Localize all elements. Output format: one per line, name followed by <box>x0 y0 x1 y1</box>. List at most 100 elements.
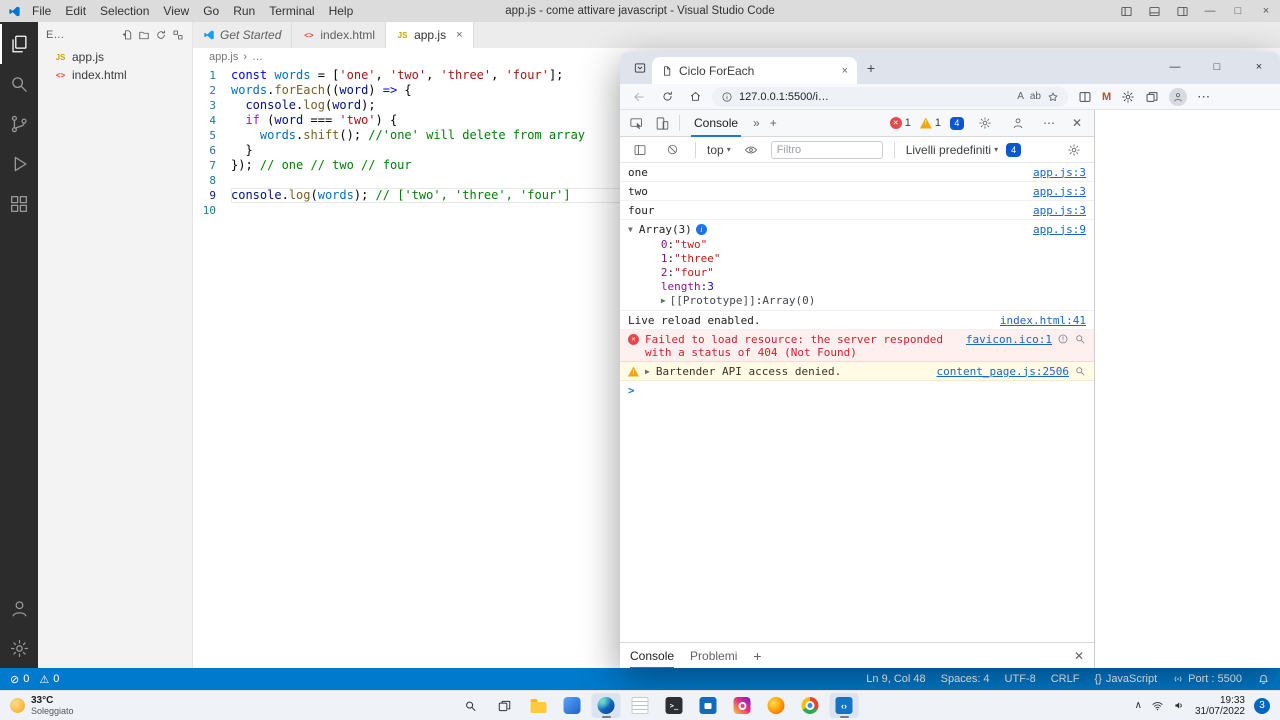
tab-actions-icon[interactable] <box>628 61 652 75</box>
source-link[interactable]: app.js:3 <box>1033 204 1086 217</box>
menu-item-help[interactable]: Help <box>322 4 361 18</box>
property-row[interactable]: 1: "three" <box>661 252 1027 265</box>
tray-chevron-up-icon[interactable]: ∧ <box>1135 700 1142 711</box>
taskbar-app-vscode[interactable]: ‹› <box>830 693 859 718</box>
line-number[interactable]: 6 <box>193 143 231 158</box>
browser-more-icon[interactable]: ⋯ <box>1197 89 1211 105</box>
live-expression-eye-icon[interactable] <box>739 138 763 162</box>
profile-avatar[interactable] <box>1169 88 1187 106</box>
menu-item-selection[interactable]: Selection <box>93 4 156 18</box>
devtools-more-icon[interactable]: ⋯ <box>1039 116 1059 130</box>
property-row[interactable]: 0: "two" <box>661 238 1027 251</box>
editor-tab-app-js[interactable]: JSapp.js× <box>386 22 473 48</box>
url-text[interactable]: 127.0.0.1:5500/i… <box>739 91 1011 103</box>
minimize-icon[interactable]: — <box>1196 0 1224 22</box>
explorer-collapse-icon[interactable] <box>172 29 184 41</box>
taskbar-app-file-explorer[interactable] <box>524 693 553 718</box>
home-icon[interactable] <box>684 90 706 103</box>
notification-badge[interactable]: 3 <box>1254 698 1270 714</box>
levels-count-badge[interactable]: 4 <box>1006 143 1021 157</box>
activity-files-icon[interactable] <box>0 24 38 64</box>
site-info-icon[interactable] <box>721 91 733 103</box>
activity-search-icon[interactable] <box>0 64 38 104</box>
array-preview[interactable]: Array(3)i <box>639 223 1027 236</box>
close-icon[interactable]: × <box>1252 0 1280 22</box>
status-indentation[interactable]: Spaces: 4 <box>941 673 990 685</box>
refresh-icon[interactable] <box>656 90 678 103</box>
favorite-star-icon[interactable] <box>1047 91 1059 103</box>
menu-item-edit[interactable]: Edit <box>58 4 93 18</box>
menu-item-go[interactable]: Go <box>196 4 226 18</box>
property-row[interactable]: length: 3 <box>661 280 1027 293</box>
explorer-new-folder-icon[interactable] <box>138 29 150 41</box>
collapse-caret-icon[interactable]: ▼ <box>628 223 633 236</box>
status-warnings[interactable]: ⚠ 0 <box>39 673 59 686</box>
drawer-close-icon[interactable]: ✕ <box>1074 649 1084 663</box>
info-icon[interactable]: i <box>696 224 707 235</box>
add-tool-icon[interactable]: + <box>766 116 781 130</box>
menu-item-run[interactable]: Run <box>226 4 262 18</box>
breadcrumb-item[interactable]: app.js <box>209 51 238 63</box>
more-tabs-icon[interactable]: » <box>749 116 764 130</box>
status-encoding[interactable]: UTF-8 <box>1005 673 1036 685</box>
line-number[interactable]: 2 <box>193 83 231 98</box>
bell-icon[interactable] <box>1257 673 1270 686</box>
expand-caret-icon[interactable]: ▶ <box>645 365 650 378</box>
source-link[interactable]: content_page.js:2506 <box>937 365 1069 378</box>
taskbar-app-edge[interactable] <box>592 693 621 718</box>
activity-account-icon[interactable] <box>0 588 38 628</box>
source-link[interactable]: app.js:3 <box>1033 185 1086 198</box>
property-row[interactable]: ▶[[Prototype]]: Array(0) <box>661 294 1027 307</box>
taskbar-app-store[interactable] <box>694 693 723 718</box>
taskbar-app-search[interactable] <box>456 693 485 718</box>
translate-icon[interactable]: ab <box>1030 91 1041 102</box>
activity-gear-icon[interactable] <box>0 628 38 668</box>
wifi-icon[interactable] <box>1151 699 1164 712</box>
taskbar-app-photos[interactable] <box>728 693 757 718</box>
explorer-refresh-small-icon[interactable] <box>155 29 167 41</box>
taskbar-app-task-view[interactable] <box>490 693 519 718</box>
mail-extension-icon[interactable]: M <box>1102 91 1111 103</box>
devtools-device-icon[interactable] <box>650 111 674 135</box>
file-item-app-js[interactable]: JSapp.js <box>38 48 192 66</box>
page-content[interactable] <box>1095 110 1280 668</box>
speaker-icon[interactable] <box>1173 699 1186 712</box>
line-number[interactable]: 8 <box>193 173 231 188</box>
activity-run-debug-icon[interactable] <box>0 144 38 184</box>
split-screen-icon[interactable] <box>1078 90 1092 104</box>
property-row[interactable]: 2: "four" <box>661 266 1027 279</box>
tab-close-icon[interactable]: × <box>842 65 848 77</box>
message-count-badge[interactable]: 4 <box>950 117 964 130</box>
taskbar-app-terminal[interactable]: >_ <box>660 693 689 718</box>
browser-settings-icon[interactable] <box>1121 90 1135 104</box>
drawer-add-icon[interactable]: + <box>753 648 761 664</box>
status-language[interactable]: {}JavaScript <box>1094 673 1157 685</box>
menu-item-file[interactable]: File <box>25 4 58 18</box>
activity-source-control-icon[interactable] <box>0 104 38 144</box>
activity-extensions-icon[interactable] <box>0 184 38 224</box>
search-source-icon[interactable] <box>1074 365 1086 377</box>
weather-widget[interactable]: 33°C Soleggiato <box>0 691 84 720</box>
toggle-panel-left-icon[interactable] <box>1112 0 1140 22</box>
breadcrumb-item[interactable]: … <box>252 51 263 63</box>
line-number[interactable]: 1 <box>193 68 231 83</box>
maximize-icon[interactable]: □ <box>1224 0 1252 22</box>
console-prompt[interactable]: > <box>620 381 1094 399</box>
new-tab-button[interactable]: + <box>857 60 885 76</box>
editor-tab-get-started[interactable]: Get Started <box>193 22 292 48</box>
taskbar-app-widgets[interactable] <box>558 693 587 718</box>
line-number[interactable]: 5 <box>193 128 231 143</box>
toggle-panel-bottom-icon[interactable] <box>1140 0 1168 22</box>
devtools-feedback-icon[interactable] <box>1006 111 1030 135</box>
context-selector[interactable]: top▾ <box>707 143 731 157</box>
devtools-inspect-icon[interactable] <box>624 111 648 135</box>
devtools-tab-console[interactable]: Console <box>685 110 747 137</box>
source-link[interactable]: favicon.ico:1 <box>966 333 1052 346</box>
line-number[interactable]: 3 <box>193 98 231 113</box>
console-filter-input[interactable] <box>771 141 883 159</box>
warning-count-badge[interactable]: !1 <box>920 117 941 129</box>
clock[interactable]: 19:33 31/07/2022 <box>1195 695 1245 717</box>
menu-item-terminal[interactable]: Terminal <box>262 4 321 18</box>
menu-item-view[interactable]: View <box>156 4 196 18</box>
status-errors[interactable]: ⊘ 0 <box>10 673 29 686</box>
